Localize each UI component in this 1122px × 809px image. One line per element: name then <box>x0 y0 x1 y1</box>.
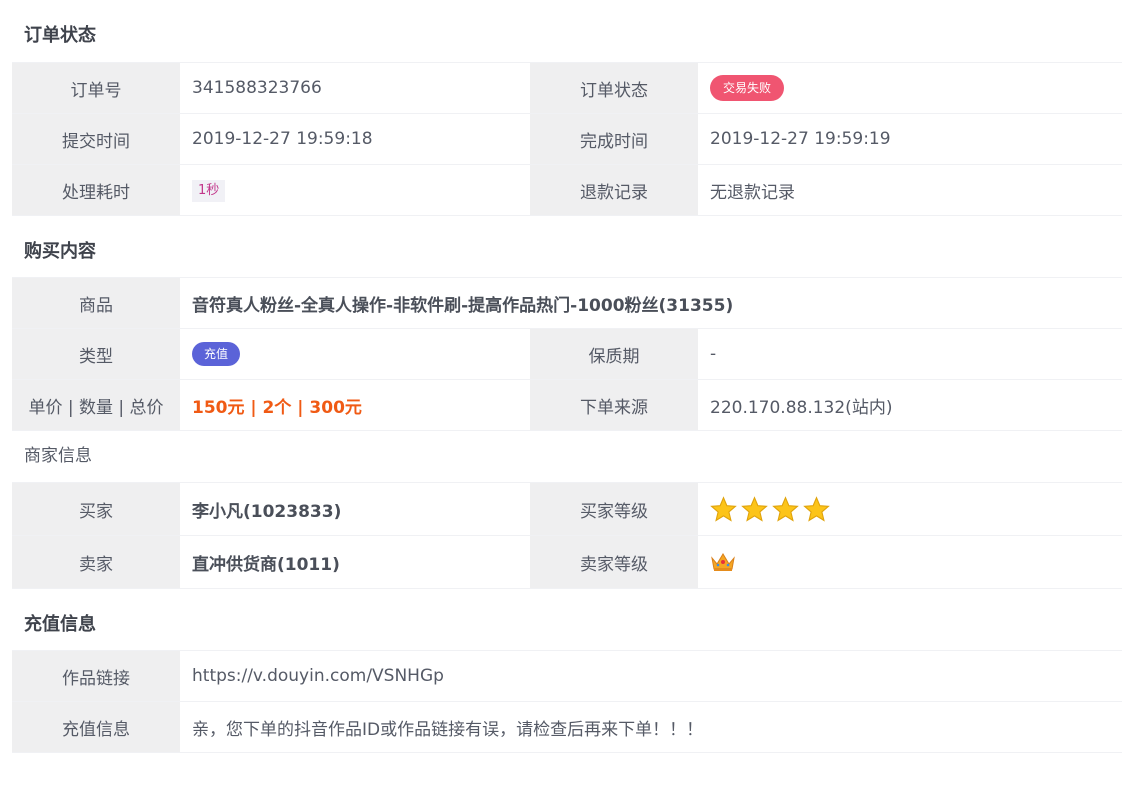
order-status-cell: 交易失败 <box>698 62 1122 114</box>
star-icon <box>741 495 768 522</box>
product-value: 音符真人粉丝-全真人操作-非软件刷-提高作品热门-1000粉丝(31355) <box>180 277 1122 329</box>
seller-level-label: 卖家等级 <box>530 535 698 589</box>
product-label: 商品 <box>12 277 180 329</box>
link-label: 作品链接 <box>12 650 180 702</box>
purchase-table: 商品 音符真人粉丝-全真人操作-非软件刷-提高作品热门-1000粉丝(31355… <box>12 277 1122 431</box>
order-no-label: 订单号 <box>12 62 180 114</box>
purchase-heading: 购买内容 <box>24 241 96 262</box>
order-no-value: 341588323766 <box>180 62 530 114</box>
order-status-label: 订单状态 <box>530 62 698 114</box>
buyer-value: 李小凡(1023833) <box>180 482 530 536</box>
recharge-table: 作品链接 https://v.douyin.com/VSNHGp 充值信息 亲，… <box>12 650 1122 753</box>
star-icon <box>772 495 799 522</box>
recharge-info-label: 充值信息 <box>12 701 180 753</box>
duration-label: 处理耗时 <box>12 164 180 216</box>
type-label: 类型 <box>12 328 180 380</box>
finish-time-value: 2019-12-27 19:59:19 <box>698 113 1122 165</box>
duration-tag: 1秒 <box>192 179 226 202</box>
table-row: 订单号 341588323766 订单状态 交易失败 <box>12 62 1122 114</box>
warranty-value: - <box>698 328 1122 380</box>
source-value: 220.170.88.132(站内) <box>698 379 1122 431</box>
table-row: 类型 充值 保质期 - <box>12 328 1122 380</box>
refund-label: 退款记录 <box>530 164 698 216</box>
submit-time-value: 2019-12-27 19:59:18 <box>180 113 530 165</box>
seller-level-cell <box>698 535 1122 589</box>
buyer-level-cell <box>698 482 1122 536</box>
price-label: 单价 | 数量 | 总价 <box>12 379 180 431</box>
source-label: 下单来源 <box>530 379 698 431</box>
finish-time-label: 完成时间 <box>530 113 698 165</box>
star-icon <box>803 495 830 522</box>
price-value: 150元 | 2个 | 300元 <box>180 379 530 431</box>
table-row: 单价 | 数量 | 总价 150元 | 2个 | 300元 下单来源 220.1… <box>12 379 1122 431</box>
merchant-table: 买家 李小凡(1023833) 买家等级 卖家 直冲供货商(1011) 卖家等级 <box>12 482 1122 589</box>
table-row: 卖家 直冲供货商(1011) 卖家等级 <box>12 535 1122 589</box>
order-status-table: 订单号 341588323766 订单状态 交易失败 提交时间 2019-12-… <box>12 62 1122 216</box>
seller-value: 直冲供货商(1011) <box>180 535 530 589</box>
status-badge: 交易失败 <box>710 75 785 101</box>
type-cell: 充值 <box>180 328 530 380</box>
recharge-info-value: 亲，您下单的抖音作品ID或作品链接有误，请检查后再来下单！！！ <box>180 701 1122 753</box>
crown-icon <box>711 553 735 571</box>
link-value[interactable]: https://v.douyin.com/VSNHGp <box>180 650 1122 702</box>
table-row: 买家 李小凡(1023833) 买家等级 <box>12 482 1122 536</box>
type-badge: 充值 <box>192 342 241 366</box>
star-icon <box>710 495 737 522</box>
table-row: 提交时间 2019-12-27 19:59:18 完成时间 2019-12-27… <box>12 113 1122 165</box>
table-row: 商品 音符真人粉丝-全真人操作-非软件刷-提高作品热门-1000粉丝(31355… <box>12 277 1122 329</box>
table-row: 充值信息 亲，您下单的抖音作品ID或作品链接有误，请检查后再来下单！！！ <box>12 701 1122 753</box>
duration-cell: 1秒 <box>180 164 530 216</box>
submit-time-label: 提交时间 <box>12 113 180 165</box>
warranty-label: 保质期 <box>530 328 698 380</box>
buyer-level-label: 买家等级 <box>530 482 698 536</box>
buyer-label: 买家 <box>12 482 180 536</box>
seller-label: 卖家 <box>12 535 180 589</box>
merchant-heading: 商家信息 <box>24 446 92 466</box>
order-detail-page: 订单状态 订单号 341588323766 订单状态 交易失败 提交时间 201… <box>0 0 1122 809</box>
table-row: 处理耗时 1秒 退款记录 无退款记录 <box>12 164 1122 216</box>
refund-value: 无退款记录 <box>698 164 1122 216</box>
recharge-heading: 充值信息 <box>24 614 96 635</box>
order-status-heading: 订单状态 <box>24 25 96 46</box>
table-row: 作品链接 https://v.douyin.com/VSNHGp <box>12 650 1122 702</box>
buyer-level-stars <box>710 495 830 523</box>
